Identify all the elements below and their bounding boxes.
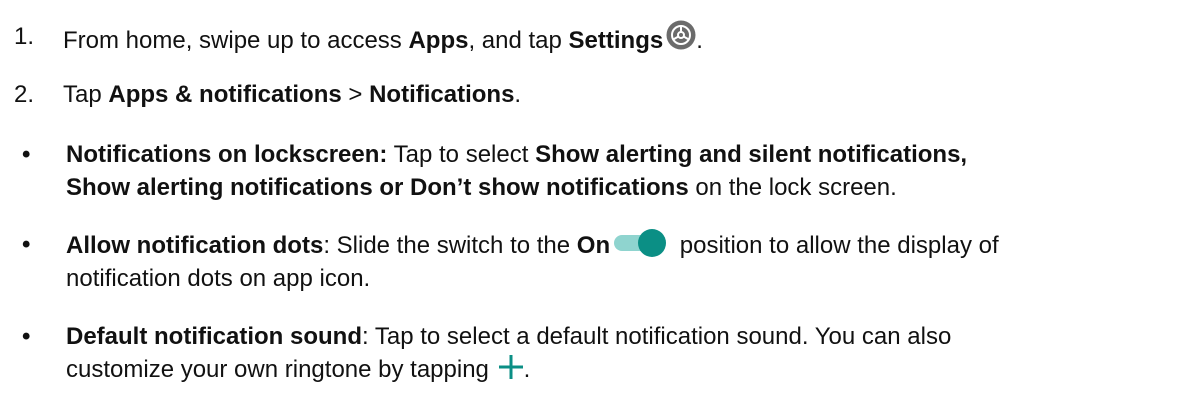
notifications-label: Notifications [369, 81, 515, 108]
bullet-symbol: • [22, 323, 31, 350]
text-span: Tap [63, 81, 109, 108]
text-span: : Slide the switch to the [323, 232, 577, 259]
step-number: 2. [14, 81, 35, 108]
text-span: Tap to select [387, 141, 536, 168]
settings-label: Settings [568, 27, 664, 54]
bullet-text: Default notification sound: Tap to selec… [66, 320, 1191, 386]
bullet-title: Allow notification dots [66, 232, 324, 259]
text-span: From home, swipe up to access [63, 27, 409, 54]
on-label: On [576, 232, 611, 259]
step-number: 1. [14, 23, 35, 50]
bullet-title: Default notification sound [66, 323, 362, 350]
step-text: From home, swipe up to access Apps, and … [63, 20, 1191, 57]
text-span: : Tap to select a default notification s… [361, 323, 952, 350]
text-span: notification dots on app icon. [66, 265, 371, 292]
settings-gear-icon [666, 20, 696, 50]
text-span: . [696, 27, 703, 54]
toggle-on-icon [612, 228, 668, 258]
bullet-text: Allow notification dots: Slide the switc… [66, 228, 1191, 295]
text-span: position to allow the display of [673, 232, 999, 259]
option-label: Show alerting notifications or Don’t sho… [66, 174, 689, 201]
bullet-symbol: • [22, 141, 31, 168]
bullet-symbol: • [22, 231, 31, 258]
text-span: . [523, 356, 531, 383]
bullet-title: Notifications on lockscreen: [66, 141, 388, 168]
text-span: > [341, 81, 370, 108]
apps-label: Apps [408, 27, 469, 54]
bullet-text: Notifications on lockscreen: Tap to sele… [66, 138, 1191, 204]
text-span: . [514, 81, 522, 108]
instructions-document: 1. From home, swipe up to access Apps, a… [0, 0, 1199, 420]
plus-icon [498, 354, 524, 380]
step-text: Tap Apps & notifications > Notifications… [63, 78, 1191, 111]
option-label: Show alerting and silent notifications, [535, 141, 968, 168]
text-span: , and tap [468, 27, 569, 54]
text-span: on the lock screen. [688, 174, 897, 201]
text-span: customize your own ringtone by tapping [66, 356, 496, 383]
apps-notifications-label: Apps & notifications [108, 81, 342, 108]
